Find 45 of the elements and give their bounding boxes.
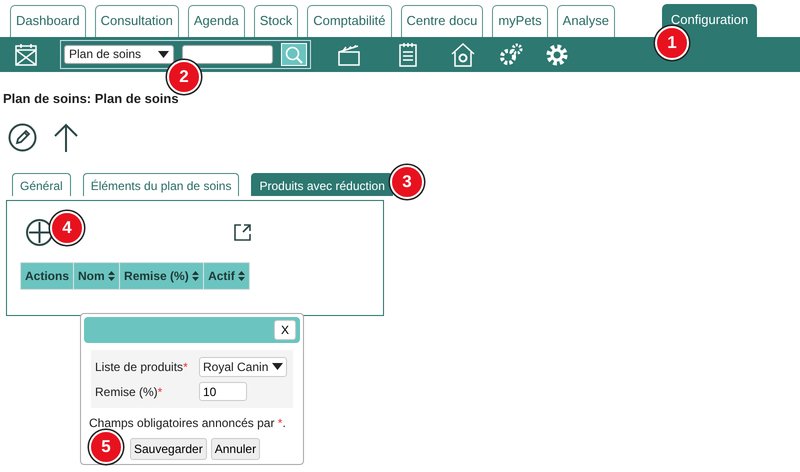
discount-field[interactable]: 10 xyxy=(199,382,247,401)
search-icon xyxy=(285,46,303,64)
callout-badge: 1 xyxy=(655,26,689,60)
nav-tab[interactable]: Analyse xyxy=(556,5,615,37)
close-button[interactable]: X xyxy=(274,320,296,340)
product-select[interactable]: Royal Canin xyxy=(199,356,288,376)
calendar-icon[interactable] xyxy=(14,42,38,66)
required-icon: * xyxy=(158,384,162,398)
section-tab[interactable]: Produits avec réduction xyxy=(251,172,393,196)
external-link-icon[interactable] xyxy=(233,222,252,242)
column-header: Actions xyxy=(20,262,74,289)
nav-tab[interactable]: Consultation xyxy=(94,5,179,37)
column-header[interactable]: Remise (%) xyxy=(120,262,204,289)
field-label: Remise (%) xyxy=(95,384,158,398)
settings-icon[interactable] xyxy=(544,42,570,68)
callout-badge: 3 xyxy=(390,165,424,199)
house-gear-icon[interactable] xyxy=(450,42,476,68)
nav-tab[interactable]: Agenda xyxy=(188,5,245,37)
up-arrow-icon[interactable] xyxy=(53,122,79,152)
field-label: Liste de produits xyxy=(95,360,184,374)
callout-badge: 2 xyxy=(167,60,201,94)
nav-tab[interactable]: myPets xyxy=(492,5,548,37)
column-header[interactable]: Nom xyxy=(74,262,120,289)
edit-icon[interactable] xyxy=(8,123,37,152)
nav-tab[interactable]: Stock xyxy=(254,5,298,37)
nav-tab[interactable]: Comptabilité xyxy=(307,5,392,37)
clipboard-icon[interactable] xyxy=(398,42,418,68)
nav-tab[interactable]: Dashboard xyxy=(10,5,86,37)
required-icon: * xyxy=(183,360,188,374)
nav-tab[interactable]: Centre docu xyxy=(400,5,484,37)
nav-tab[interactable]: Configuration xyxy=(662,4,758,37)
caret-icon xyxy=(158,51,169,58)
caret-icon xyxy=(272,363,284,370)
section-tab[interactable]: Éléments du plan de soins xyxy=(82,172,240,196)
search-select[interactable]: Plan de soins xyxy=(64,45,174,64)
dialog-button[interactable]: Sauvegarder xyxy=(130,438,207,460)
dialog-button[interactable]: Annuler xyxy=(210,438,260,460)
search-field[interactable] xyxy=(182,45,273,64)
add-icon[interactable] xyxy=(26,218,53,246)
gears-icon[interactable] xyxy=(498,42,524,68)
section-tab[interactable]: Général xyxy=(12,172,71,196)
required-note: Champs obligatoires annoncés par *. xyxy=(89,415,287,432)
callout-badge: 4 xyxy=(50,211,84,245)
column-header[interactable]: Actif xyxy=(204,262,250,289)
clapperboard-icon[interactable] xyxy=(337,42,361,66)
